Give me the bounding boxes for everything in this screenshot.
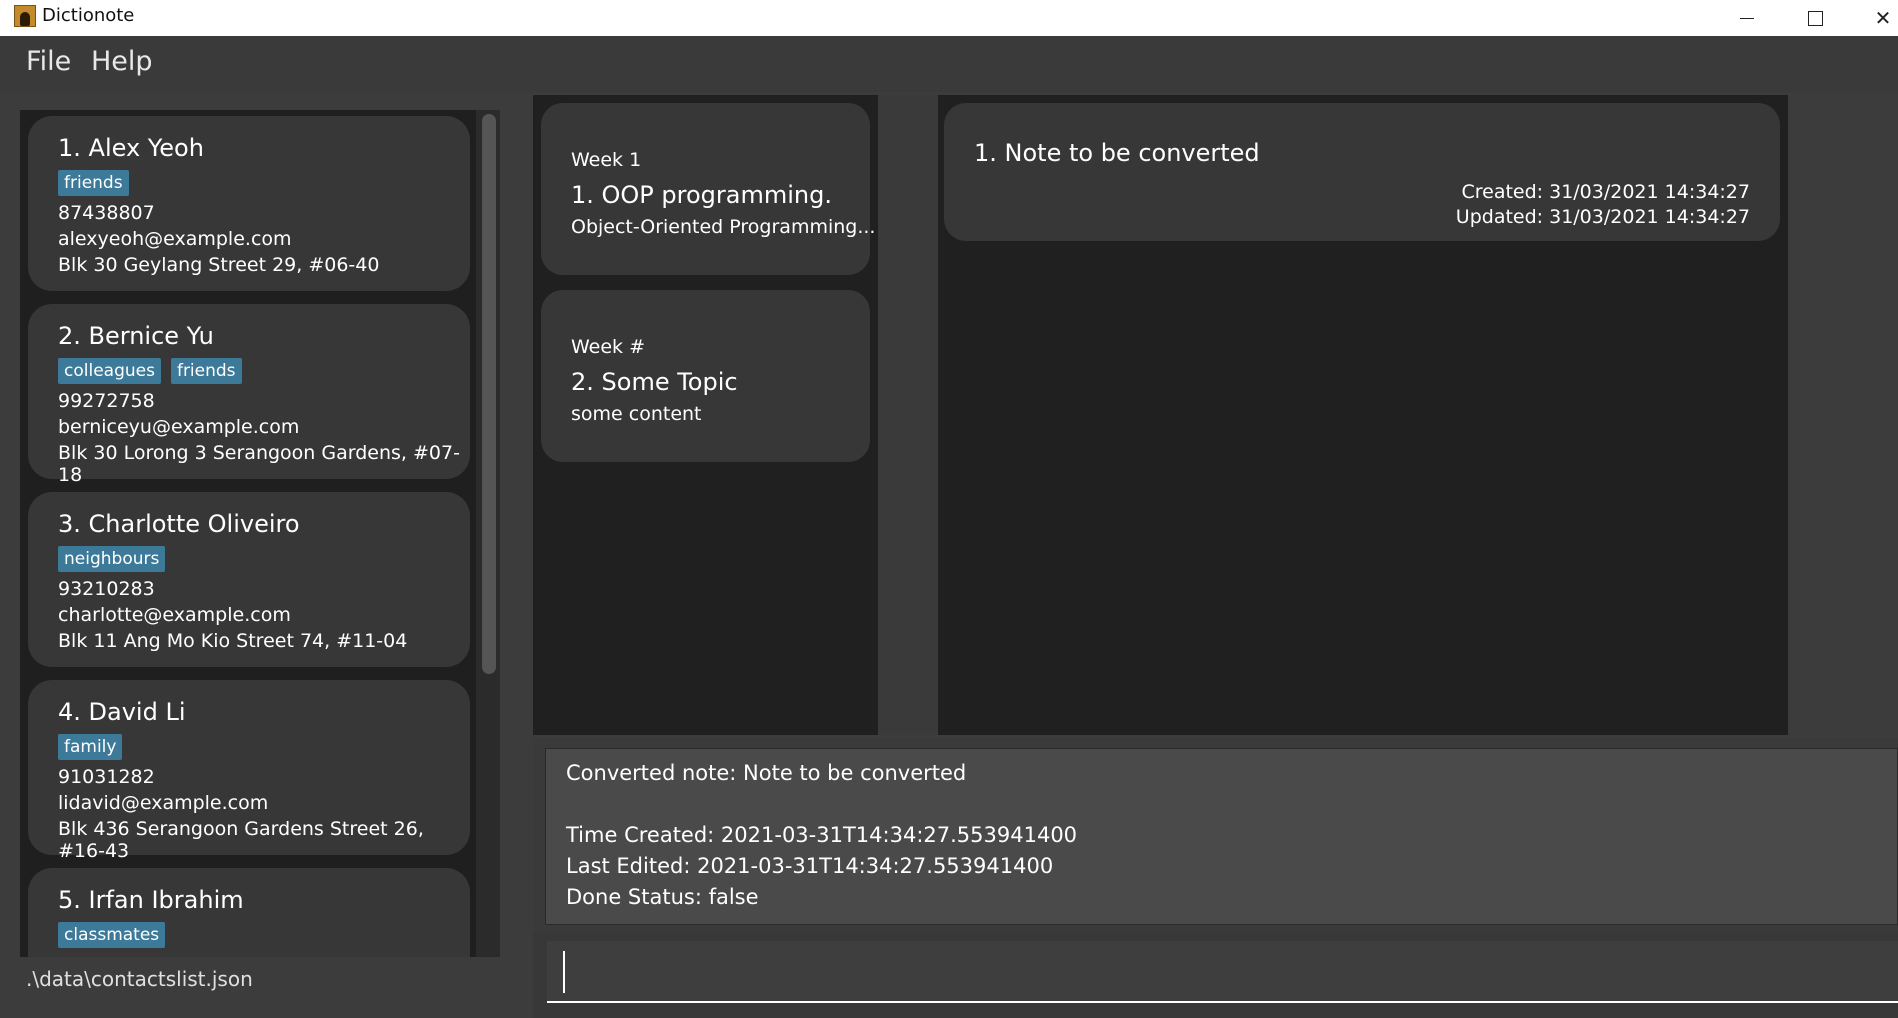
menu-help[interactable]: Help [91, 46, 153, 77]
contact-card[interactable]: 4. David Li family 91031282 lidavid@exam… [28, 680, 470, 862]
contact-email: alexyeoh@example.com [58, 228, 292, 250]
minimize-icon [1740, 17, 1754, 19]
result-line: Time Created: 2021-03-31T14:34:27.553941… [566, 823, 1078, 847]
tag-badge: colleagues [58, 358, 161, 384]
contact-tags: colleagues friends [58, 358, 242, 384]
file-path-status: .\data\contactslist.json [26, 967, 253, 991]
scrollbar-thumb[interactable] [482, 114, 496, 674]
contact-name: 4. David Li [58, 698, 186, 726]
contact-address: Blk 11 Ang Mo Kio Street 74, #11-04 [58, 630, 408, 652]
note-content: Object-Oriented Programming... [571, 216, 876, 238]
contact-name: 5. Irfan Ibrahim [58, 886, 244, 914]
tag-badge: friends [170, 358, 242, 384]
notes-list[interactable]: Week 1 1. OOP programming. Object-Orient… [533, 95, 878, 735]
contact-name: 3. Charlotte Oliveiro [58, 510, 300, 538]
contact-card[interactable]: 5. Irfan Ibrahim classmates [28, 868, 470, 957]
contact-tags: classmates [58, 922, 166, 948]
created-timestamp: Created: 31/03/2021 14:34:27 [1461, 181, 1750, 203]
contact-phone: 87438807 [58, 202, 155, 224]
maximize-button[interactable] [1781, 0, 1849, 36]
result-line: Done Status: false [566, 885, 759, 909]
contact-phone: 93210283 [58, 578, 155, 600]
contact-email: berniceyu@example.com [58, 416, 300, 438]
contact-tags: family [58, 734, 123, 760]
result-display: Converted note: Note to be converted Tim… [545, 748, 1898, 925]
panel-divider [878, 95, 938, 735]
close-button[interactable]: ✕ [1849, 0, 1898, 36]
contacts-panel: 1. Alex Yeoh friends 87438807 alexyeoh@e… [0, 92, 520, 1018]
result-line: Converted note: Note to be converted [566, 761, 967, 785]
command-input[interactable] [547, 941, 1898, 1003]
result-line: Last Edited: 2021-03-31T14:34:27.5539414… [566, 854, 1054, 878]
contact-tags: friends [58, 170, 129, 196]
dictionary-note-card[interactable]: 1. Note to be converted Created: 31/03/2… [944, 103, 1780, 241]
contact-address: Blk 436 Serangoon Gardens Street 26, #16… [58, 818, 424, 862]
contact-card[interactable]: 1. Alex Yeoh friends 87438807 alexyeoh@e… [28, 116, 470, 291]
updated-timestamp: Updated: 31/03/2021 14:34:27 [1455, 206, 1750, 228]
minimize-button[interactable] [1713, 0, 1781, 36]
maximize-icon [1807, 10, 1823, 26]
note-week: Week # [571, 336, 646, 358]
note-title: 1. OOP programming. [571, 181, 832, 209]
window-title: Dictionote [42, 5, 135, 26]
contact-phone: 91031282 [58, 766, 155, 788]
note-card[interactable]: Week 1 1. OOP programming. Object-Orient… [541, 103, 875, 275]
contact-phone: 99272758 [58, 390, 155, 412]
note-content: some content [571, 403, 702, 425]
contact-list-scrollbar[interactable] [476, 110, 500, 957]
title-bar: Dictionote ✕ [0, 0, 1898, 36]
note-card[interactable]: Week # 2. Some Topic some content [541, 290, 870, 462]
tag-badge: friends [58, 170, 129, 196]
tag-badge: neighbours [58, 546, 166, 572]
note-content-panel[interactable]: 1. Note to be converted Created: 31/03/2… [938, 95, 1788, 735]
contact-address: Blk 30 Lorong 3 Serangoon Gardens, #07-1… [58, 442, 460, 486]
contact-list[interactable]: 1. Alex Yeoh friends 87438807 alexyeoh@e… [20, 110, 476, 957]
command-box-area [533, 933, 1898, 1018]
note-week: Week 1 [571, 149, 642, 171]
note-title: 2. Some Topic [571, 368, 738, 396]
text-cursor [563, 951, 565, 993]
contact-tags: neighbours [58, 546, 166, 572]
contact-card[interactable]: 3. Charlotte Oliveiro neighbours 9321028… [28, 492, 470, 667]
contact-name: 2. Bernice Yu [58, 322, 214, 350]
menu-bar: File Help [0, 36, 1898, 92]
contact-name: 1. Alex Yeoh [58, 134, 204, 162]
contact-email: charlotte@example.com [58, 604, 291, 626]
tag-badge: family [58, 734, 123, 760]
contact-card[interactable]: 2. Bernice Yu colleagues friends 9927275… [28, 304, 470, 486]
result-display-area: Converted note: Note to be converted Tim… [533, 738, 1898, 933]
close-icon: ✕ [1874, 6, 1892, 30]
dictionary-note-title: 1. Note to be converted [974, 139, 1260, 167]
contact-email: lidavid@example.com [58, 792, 269, 814]
menu-file[interactable]: File [26, 46, 71, 77]
tag-badge: classmates [58, 922, 166, 948]
contact-address: Blk 30 Geylang Street 29, #06-40 [58, 254, 380, 276]
app-icon [14, 5, 36, 27]
